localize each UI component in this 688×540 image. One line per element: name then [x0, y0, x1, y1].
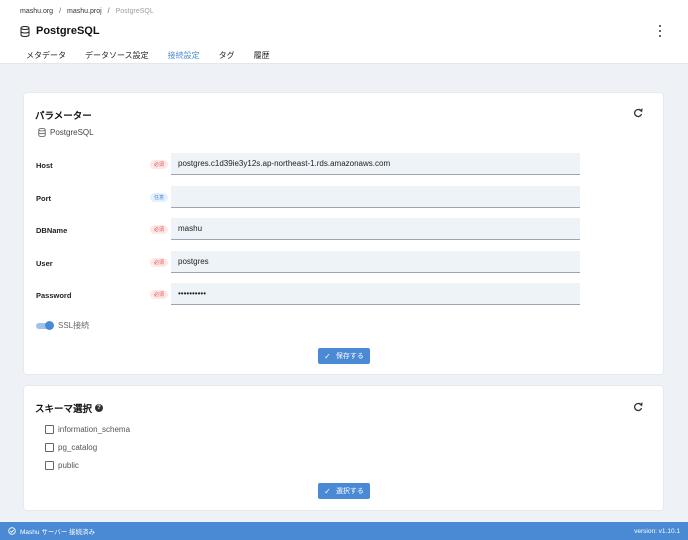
connection-status-text: Mashu サーバー 接続済み [20, 529, 96, 536]
password-label: Password [36, 291, 72, 300]
connection-status: Mashu サーバー 接続済み [8, 526, 95, 536]
tab-bar: メタデータ データソース設定 接続設定 タグ 履歴 [26, 48, 289, 62]
breadcrumb: mashu.org / mashu.proj / PostgreSQL [20, 5, 154, 17]
schema-option[interactable]: information_schema [45, 425, 130, 434]
tab-tags[interactable]: タグ [219, 50, 235, 61]
password-input[interactable]: •••••••••• [171, 283, 580, 305]
database-icon [38, 128, 46, 137]
refresh-icon[interactable] [633, 402, 643, 412]
check-icon: ✓ [324, 351, 331, 361]
schema-option-label: public [58, 461, 79, 470]
port-label: Port [36, 194, 51, 203]
more-menu-icon[interactable] [657, 25, 663, 37]
schema-option-label: pg_catalog [58, 443, 98, 452]
select-button[interactable]: ✓ 選択する [318, 483, 370, 499]
help-icon[interactable]: ? [95, 404, 104, 412]
schema-option[interactable]: public [45, 461, 79, 470]
db-type: PostgreSQL [38, 128, 94, 137]
breadcrumb-project[interactable]: mashu.proj [67, 8, 102, 15]
user-label: User [36, 259, 53, 268]
schema-option[interactable]: pg_catalog [45, 443, 97, 452]
required-badge: 必須 [150, 160, 168, 169]
tab-history[interactable]: 履歴 [254, 50, 270, 61]
page-title: PostgreSQL [36, 25, 100, 37]
breadcrumb-separator: / [107, 7, 110, 15]
checkbox[interactable] [45, 443, 54, 452]
host-input[interactable]: postgres.c1d39ie3y12s.ap-northeast-1.rds… [171, 153, 580, 175]
connected-check-icon [8, 527, 16, 535]
tab-metadata[interactable]: メタデータ [26, 50, 66, 61]
breadcrumb-separator: / [59, 7, 62, 15]
schema-card: スキーマ選択 ? information_schema pg_catalog p… [24, 386, 663, 510]
schema-title-label: スキーマ選択 [35, 404, 93, 415]
port-input[interactable] [171, 186, 580, 208]
schema-option-label: information_schema [58, 425, 131, 434]
page-header: mashu.org / mashu.proj / PostgreSQL Post… [0, 0, 688, 64]
schema-title: スキーマ選択 ? [35, 401, 104, 415]
ssl-toggle[interactable] [36, 321, 54, 330]
status-bar: Mashu サーバー 接続済み version: v1.10.1 [0, 522, 688, 540]
database-icon [20, 25, 30, 37]
checkbox[interactable] [45, 461, 54, 470]
required-badge: 必須 [150, 258, 168, 267]
user-input[interactable]: postgres [171, 251, 580, 273]
refresh-icon[interactable] [633, 108, 643, 118]
title-row: PostgreSQL [20, 23, 100, 39]
check-icon: ✓ [324, 486, 331, 496]
checkbox[interactable] [45, 425, 54, 434]
version-label: version: v1.10.1 [634, 527, 680, 535]
breadcrumb-org[interactable]: mashu.org [20, 8, 53, 15]
db-type-label: PostgreSQL [50, 128, 94, 137]
breadcrumb-current: PostgreSQL [115, 7, 154, 15]
save-button-label: 保存する [335, 353, 364, 360]
ssl-toggle-row: SSL接続 [36, 320, 89, 331]
select-button-label: 選択する [335, 488, 364, 495]
tab-connection-settings[interactable]: 接続設定 [168, 50, 200, 61]
required-badge: 必須 [150, 225, 168, 234]
parameters-title: パラメーター [35, 111, 92, 122]
tab-datasource-settings[interactable]: データソース設定 [85, 50, 149, 61]
host-label: Host [36, 161, 53, 170]
save-button[interactable]: ✓ 保存する [318, 348, 370, 364]
dbname-label: DBName [36, 226, 68, 235]
dbname-input[interactable]: mashu [171, 218, 580, 240]
ssl-label: SSL接続 [58, 321, 90, 330]
required-badge: 必須 [150, 290, 168, 299]
parameters-card: パラメーター PostgreSQL Host 必須 postgres.c1d39… [24, 93, 663, 374]
optional-badge: 任意 [150, 193, 168, 202]
